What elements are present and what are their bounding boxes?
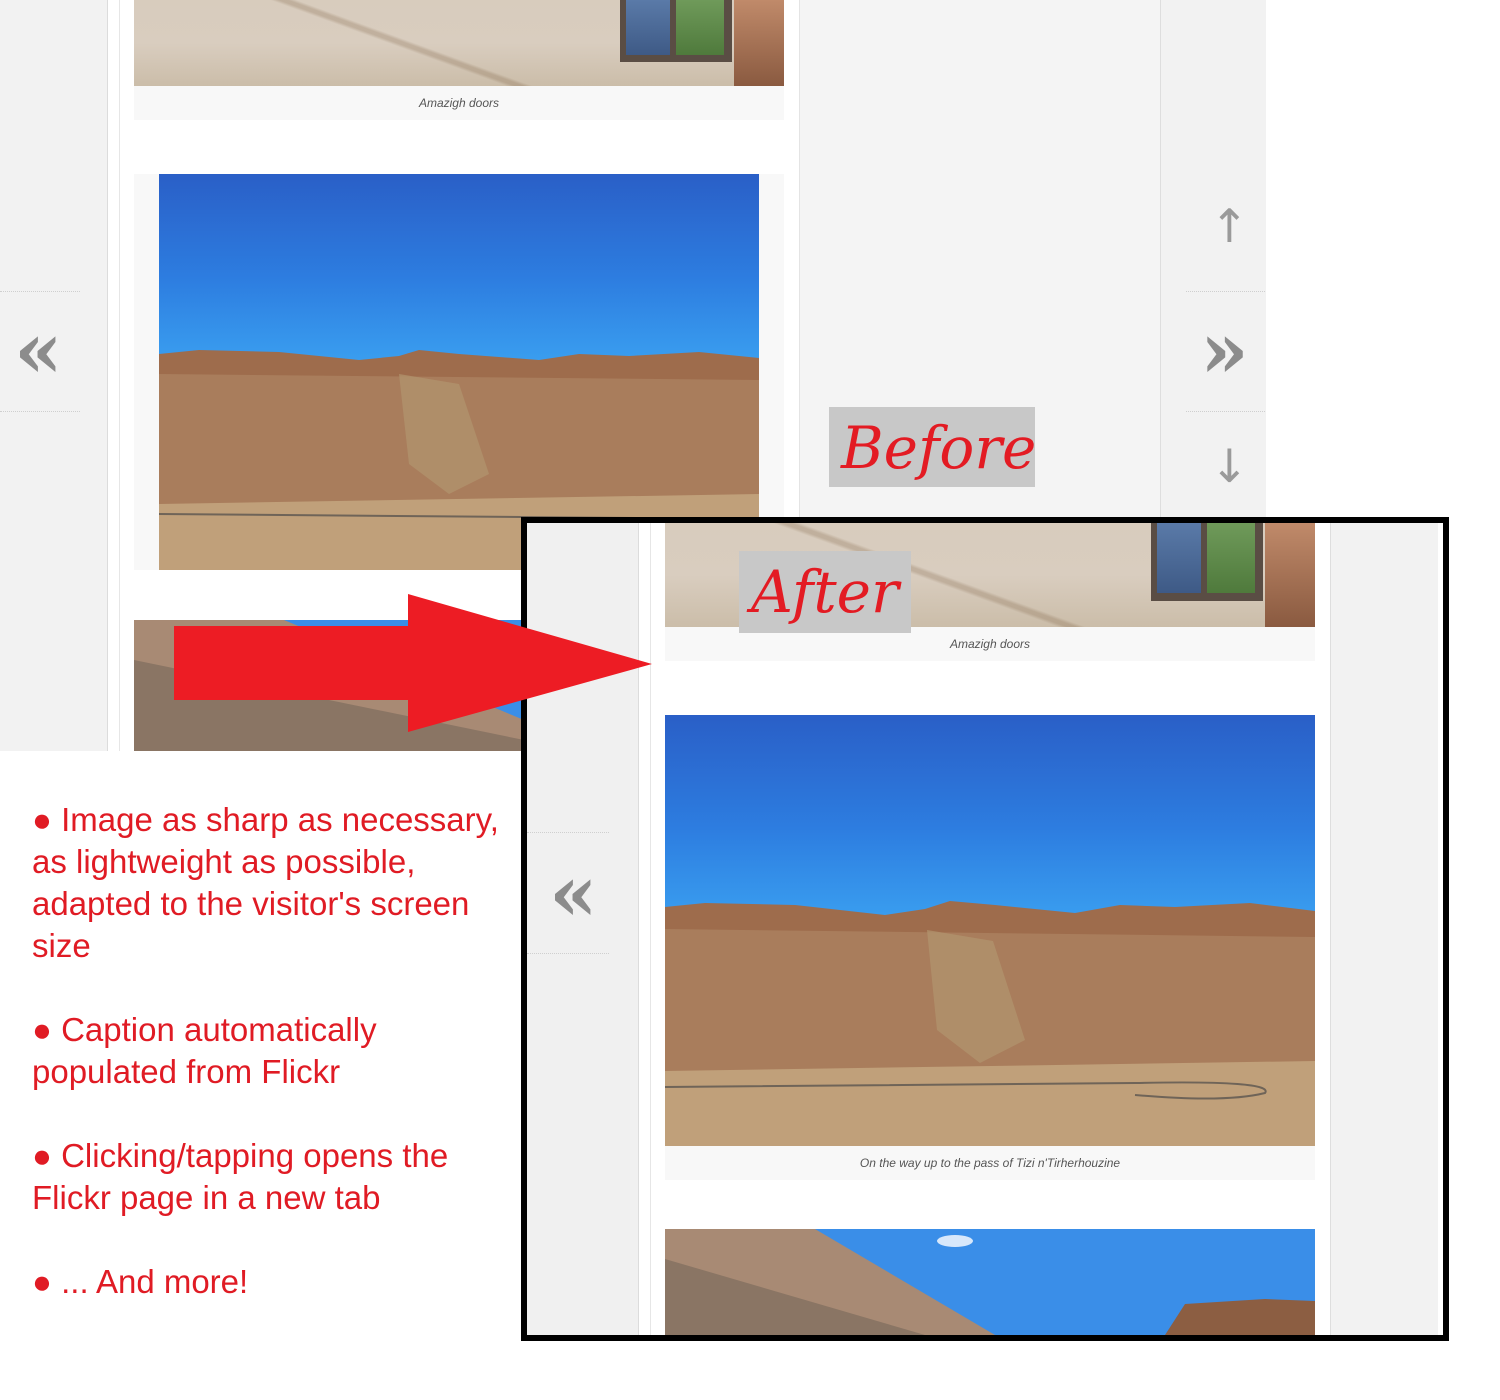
- note-sharpness: ● Image as sharp as necessary, as lightw…: [32, 801, 499, 964]
- after-left-dotted-rule-bottom: [527, 953, 609, 954]
- after-mountain-ridge: [665, 901, 1315, 1146]
- note-caption: ● Caption automatically populated from F…: [32, 1011, 377, 1090]
- before-doors-photo[interactable]: [134, 0, 784, 86]
- before-left-dotted-rule-top: [0, 291, 80, 292]
- before-next-chevron-icon[interactable]: »: [1200, 312, 1249, 390]
- after-mountain-caption-box: On the way up to the pass of Tizi n'Tirh…: [665, 1146, 1315, 1180]
- after-mountain-photo[interactable]: [665, 715, 1315, 1146]
- after-slope-illustration: [665, 1229, 1315, 1335]
- before-scroll-up-arrow-icon[interactable]: ↑: [1210, 203, 1249, 249]
- before-label: Before: [841, 414, 1037, 482]
- after-label: After: [751, 558, 899, 626]
- before-doors-caption: Amazigh doors: [418, 96, 500, 110]
- after-right-column: [1330, 523, 1438, 1335]
- notes-panel: ● Image as sharp as necessary, as lightw…: [0, 751, 521, 1400]
- after-left-dotted-rule-top: [527, 832, 609, 833]
- before-mountain-photo[interactable]: [159, 174, 759, 570]
- after-mountain-caption: On the way up to the pass of Tizi n'Tirh…: [859, 1156, 1121, 1170]
- before-right-dotted-rule-bottom: [1186, 411, 1265, 412]
- door-green-panel: [676, 0, 724, 55]
- before-left-dotted-rule-bottom: [0, 411, 80, 412]
- after-label-badge: After: [739, 551, 911, 633]
- before-divider: [107, 0, 108, 760]
- after-door-green-panel: [1207, 523, 1255, 593]
- before-scroll-down-arrow-icon[interactable]: ↓: [1210, 443, 1249, 489]
- door-blue-panel: [626, 0, 670, 55]
- before-label-badge: Before: [829, 407, 1037, 487]
- before-doors-caption-box: Amazigh doors: [134, 86, 784, 120]
- before-prev-chevron-icon[interactable]: «: [14, 312, 63, 390]
- after-slope-photo[interactable]: [665, 1229, 1315, 1335]
- mountain-ridge: [159, 350, 759, 570]
- before-to-after-arrow-icon: [174, 594, 652, 732]
- note-clicking: ● Clicking/tapping opens the Flickr page…: [32, 1137, 449, 1216]
- after-door-wall: [1265, 523, 1315, 627]
- note-more: ● ... And more!: [32, 1263, 249, 1300]
- after-door-blue-panel: [1157, 523, 1201, 593]
- after-screenshot-frame: « Amazigh doors After On the way up to t…: [521, 517, 1449, 1341]
- door-wall: [734, 0, 784, 86]
- after-prev-chevron-icon[interactable]: «: [549, 855, 598, 933]
- before-right-dotted-rule-top: [1186, 291, 1265, 292]
